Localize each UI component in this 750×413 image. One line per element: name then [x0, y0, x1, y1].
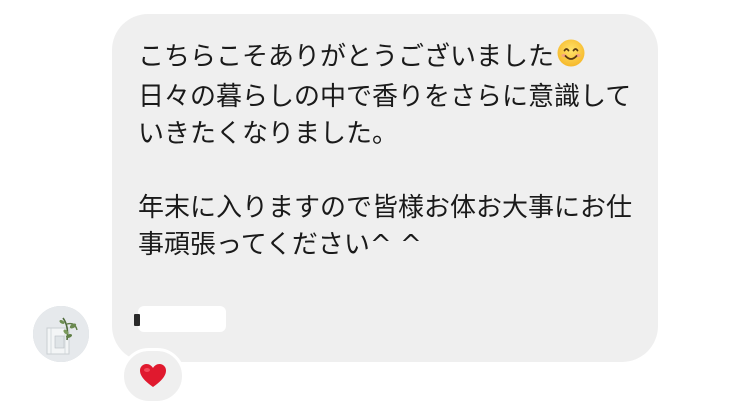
message-line-3: いきたくなりました。	[138, 119, 399, 149]
signature-remnant-mark	[134, 314, 140, 326]
message-bubble[interactable]: こちらこそありがとうございました 日々の暮らしの中で香りをさらに意識して いきた…	[112, 14, 658, 362]
plant-photo-avatar-icon	[33, 306, 89, 362]
message-line-2: 日々の暮らしの中で香りをさらに意識して	[138, 82, 632, 112]
redacted-signature	[138, 306, 226, 332]
message-line-1: こちらこそありがとうございました	[138, 38, 634, 79]
smiling-face-emoji-icon	[556, 38, 586, 79]
heart-reaction[interactable]	[121, 348, 185, 404]
message-line-4: 年末に入りますので皆様お体お大事にお仕	[138, 193, 633, 223]
red-heart-icon	[140, 364, 166, 387]
message-line-5: 事頑張ってください^ ^	[138, 230, 422, 260]
sender-avatar[interactable]	[33, 306, 89, 362]
